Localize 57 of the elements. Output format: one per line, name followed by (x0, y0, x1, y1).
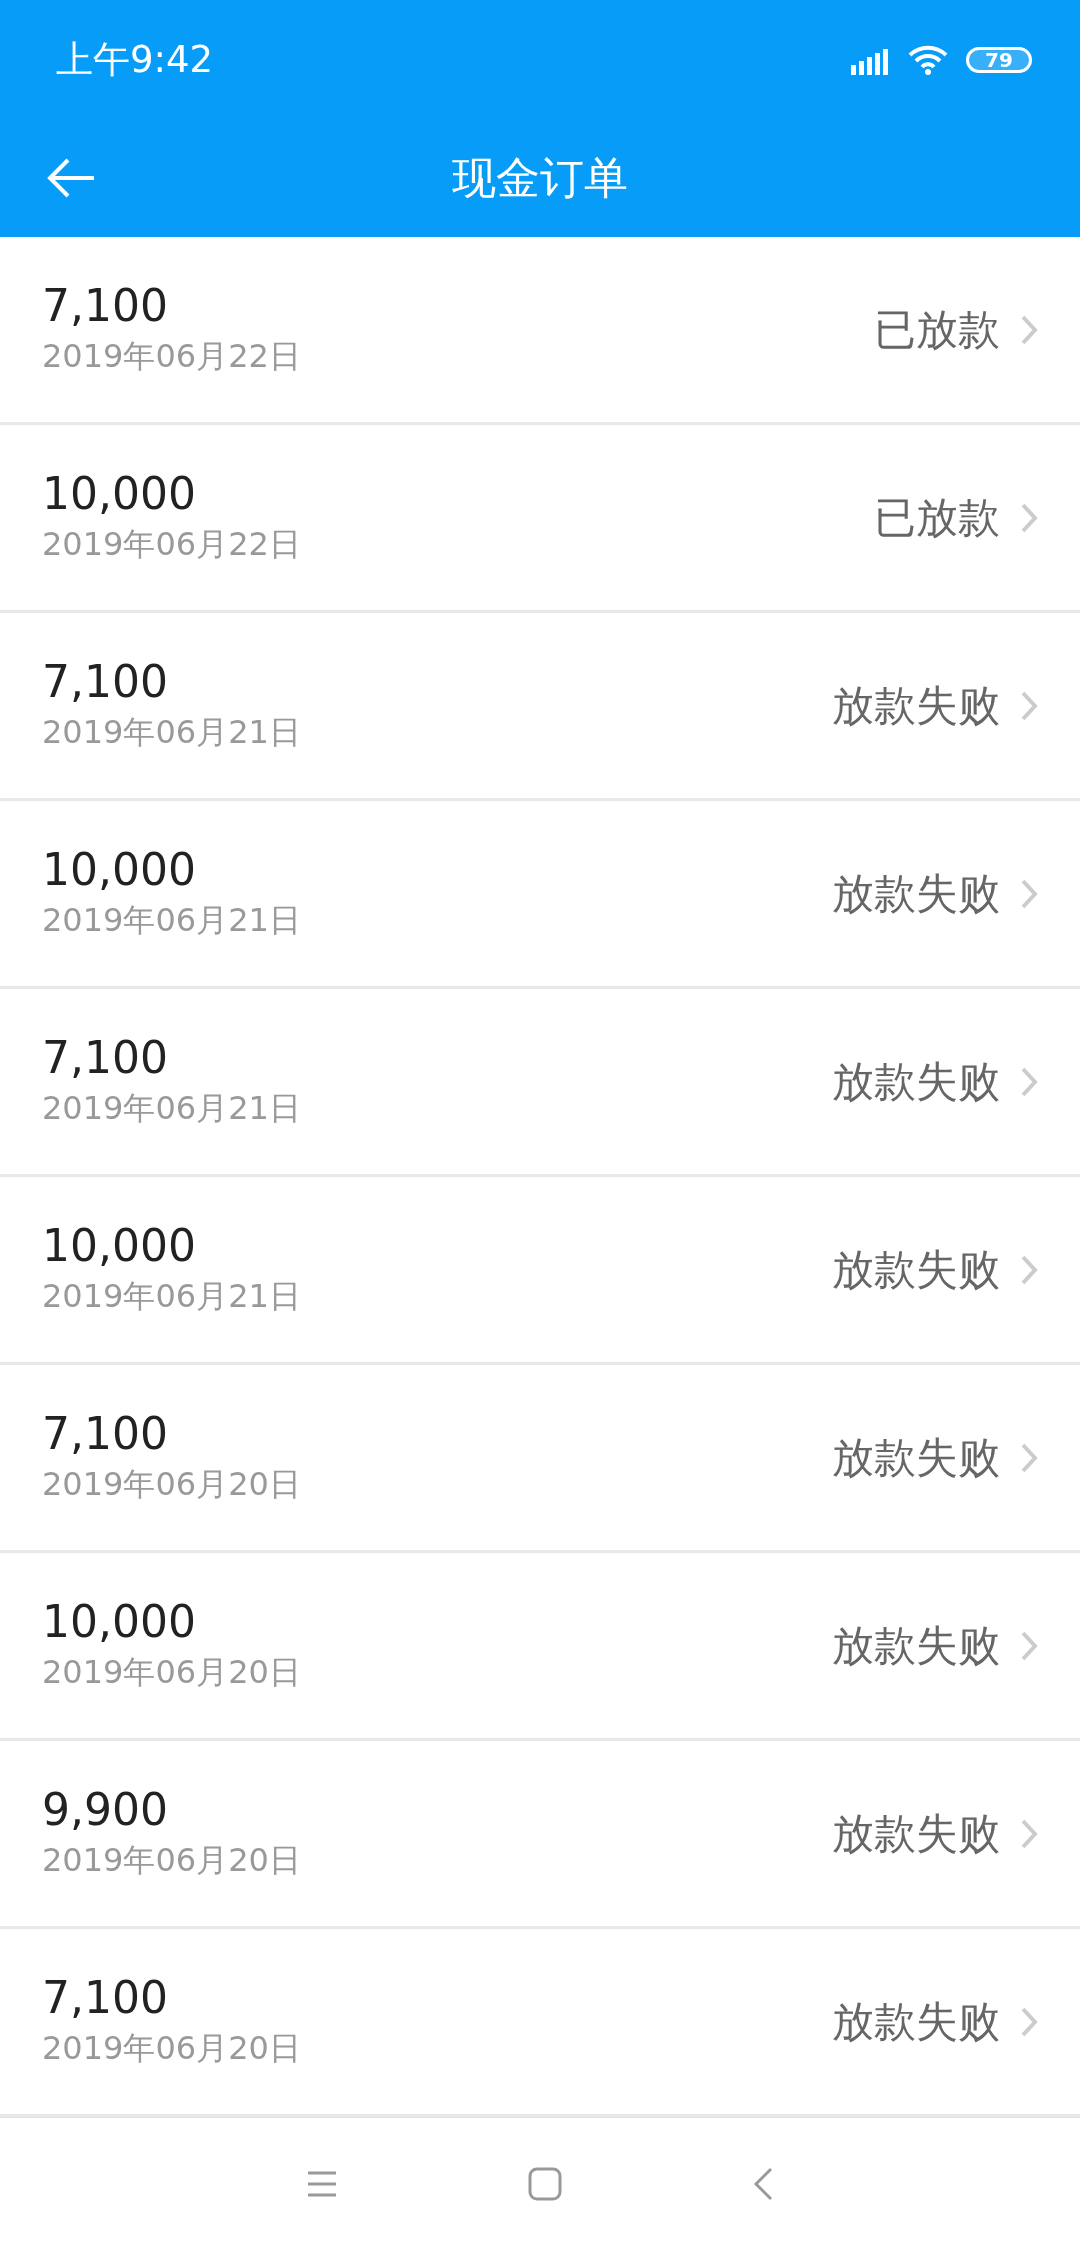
order-status: 放款失败 (832, 1243, 1000, 1296)
order-row[interactable]: 7,100 2019年06月22日 已放款 (0, 237, 1080, 425)
chevron-right-icon (1020, 501, 1038, 534)
chevron-right-icon (1020, 1817, 1038, 1850)
chevron-right-icon (1020, 1253, 1038, 1286)
order-row[interactable]: 7,100 2019年06月20日 放款失败 (0, 1929, 1080, 2117)
order-date: 2019年06月21日 (42, 1276, 302, 1317)
order-amount: 10,000 (42, 1596, 197, 1647)
order-date: 2019年06月20日 (42, 1652, 302, 1693)
back-icon[interactable] (752, 2166, 774, 2201)
order-amount: 7,100 (42, 1032, 169, 1083)
order-amount: 10,000 (42, 1220, 197, 1271)
order-date: 2019年06月20日 (42, 2028, 302, 2069)
order-row[interactable]: 10,000 2019年06月22日 已放款 (0, 425, 1080, 613)
page-title: 现金订单 (452, 151, 628, 205)
battery-icon: 79 (966, 47, 1032, 73)
order-amount: 10,000 (42, 844, 197, 895)
order-amount: 7,100 (42, 1408, 169, 1459)
wifi-icon (908, 44, 948, 76)
order-date: 2019年06月21日 (42, 712, 302, 753)
order-date: 2019年06月22日 (42, 524, 302, 565)
order-status: 放款失败 (832, 1807, 1000, 1860)
chevron-right-icon (1020, 2005, 1038, 2038)
order-amount: 9,900 (42, 1784, 169, 1835)
order-amount: 7,100 (42, 1972, 169, 2023)
order-row[interactable]: 9,900 2019年06月20日 放款失败 (0, 1741, 1080, 1929)
chevron-right-icon (1020, 313, 1038, 346)
order-row[interactable]: 10,000 2019年06月20日 放款失败 (0, 1553, 1080, 1741)
order-row[interactable]: 7,100 2019年06月21日 放款失败 (0, 989, 1080, 1177)
order-status: 放款失败 (832, 867, 1000, 920)
chevron-right-icon (1020, 1629, 1038, 1662)
order-status: 放款失败 (832, 1995, 1000, 2048)
menu-icon[interactable] (306, 2169, 338, 2198)
order-row[interactable]: 7,100 2019年06月21日 放款失败 (0, 613, 1080, 801)
chevron-right-icon (1020, 877, 1038, 910)
order-status: 已放款 (874, 303, 1000, 356)
chevron-right-icon (1020, 689, 1038, 722)
order-row[interactable]: 10,000 2019年06月21日 放款失败 (0, 1177, 1080, 1365)
order-status: 已放款 (874, 491, 1000, 544)
order-date: 2019年06月20日 (42, 1464, 302, 1505)
order-date: 2019年06月20日 (42, 1840, 302, 1881)
order-status: 放款失败 (832, 1619, 1000, 1672)
status-time: 上午9:42 (56, 37, 214, 83)
order-status: 放款失败 (832, 1431, 1000, 1484)
order-amount: 10,000 (42, 468, 197, 519)
chevron-right-icon (1020, 1065, 1038, 1098)
order-date: 2019年06月21日 (42, 1088, 302, 1129)
order-amount: 7,100 (42, 280, 169, 331)
order-amount: 7,100 (42, 656, 169, 707)
order-date: 2019年06月21日 (42, 900, 302, 941)
home-icon[interactable] (528, 2166, 562, 2201)
order-status: 放款失败 (832, 1055, 1000, 1108)
chevron-right-icon (1020, 1441, 1038, 1474)
order-row[interactable]: 7,100 2019年06月20日 放款失败 (0, 1365, 1080, 1553)
order-row[interactable]: 10,000 2019年06月21日 放款失败 (0, 801, 1080, 989)
order-date: 2019年06月22日 (42, 336, 302, 377)
order-status: 放款失败 (832, 679, 1000, 732)
